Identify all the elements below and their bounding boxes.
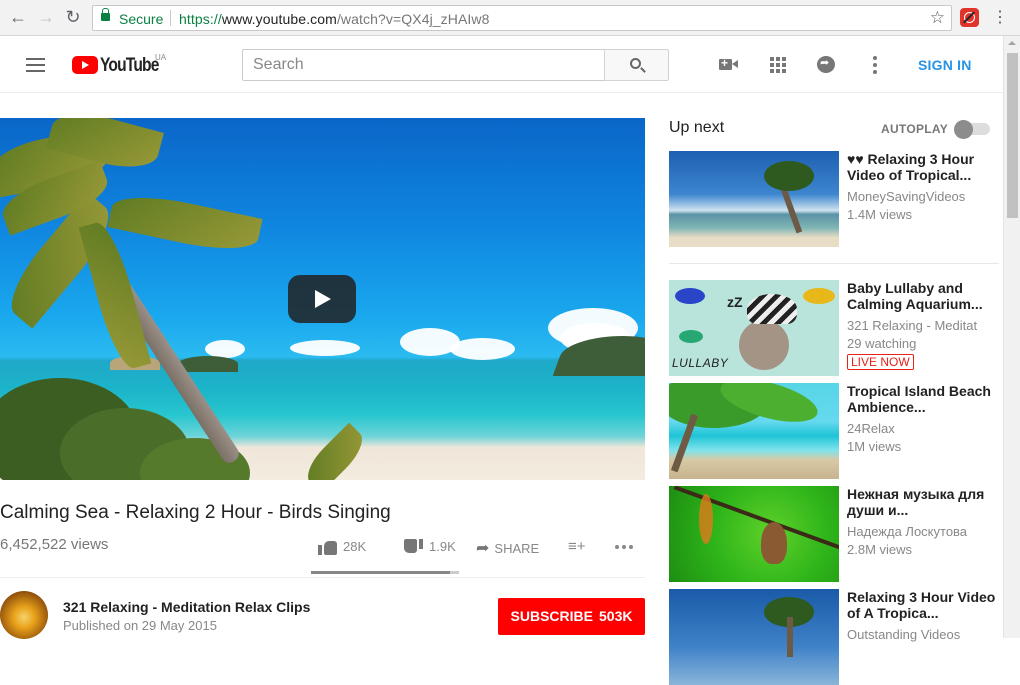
sign-in-button[interactable]: SIGN IN	[918, 57, 972, 73]
view-count: 6,452,522 views	[0, 536, 109, 553]
like-dislike-bar	[311, 571, 459, 574]
video-title[interactable]: Tropical Island Beach Ambience...	[847, 383, 997, 415]
url-path: /watch?v=QX4j_zHAIw8	[336, 11, 490, 27]
divider	[669, 263, 999, 264]
url-text[interactable]: https://www.youtube.com/watch?v=QX4j_zHA…	[179, 11, 490, 27]
divider	[0, 577, 645, 578]
omnibox-divider	[170, 10, 171, 26]
recommended-video[interactable]: Tropical Island Beach Ambience... 24Rela…	[669, 383, 999, 479]
page-scrollbar[interactable]	[1003, 36, 1020, 638]
thumbs-up-icon	[318, 539, 338, 555]
youtube-masthead: YouTube UA SIGN IN	[0, 37, 1003, 93]
up-next-heading: Up next	[669, 119, 725, 136]
live-now-badge: LIVE NOW	[847, 354, 914, 370]
video-thumbnail[interactable]	[669, 151, 839, 247]
share-label: SHARE	[494, 540, 540, 556]
channel-name: Надежда Лоскутова	[847, 524, 968, 539]
scroll-up-arrow-icon[interactable]	[1008, 41, 1016, 45]
video-player[interactable]	[0, 118, 645, 480]
view-count: 2.8M views	[847, 542, 913, 557]
watching-count: 29 watching	[847, 336, 917, 351]
reload-button[interactable]: ↻	[63, 7, 83, 27]
video-title[interactable]: ♥♥ Relaxing 3 Hour Video of Tropical...	[847, 151, 997, 183]
video-thumbnail[interactable]	[669, 486, 839, 582]
view-count: 1M views	[847, 439, 902, 454]
messages-icon[interactable]	[816, 55, 838, 75]
subscriber-count: 503K	[599, 608, 633, 624]
reload-icon: ↻	[65, 7, 81, 27]
add-to-playlist-button[interactable]: ≡+	[568, 538, 586, 560]
channel-name: MoneySavingVideos	[847, 189, 966, 204]
thumbs-down-icon	[404, 538, 424, 555]
recommended-video[interactable]: zZ LULLABY Baby Lullaby and Calming Aqua…	[669, 280, 999, 376]
search-button[interactable]	[604, 49, 669, 81]
search-icon	[630, 58, 641, 69]
video-title[interactable]: Нежная музыка для души и...	[847, 486, 997, 518]
channel-name: Outstanding Videos	[847, 627, 961, 642]
autoplay-toggle[interactable]	[954, 120, 992, 139]
like-count: 28K	[343, 539, 367, 555]
channel-name: 24Relax	[847, 421, 895, 436]
security-label: Secure	[119, 11, 164, 27]
channel-name: 321 Relaxing - Meditat	[847, 318, 978, 333]
apps-grid-icon[interactable]	[768, 55, 790, 75]
subscribe-label: SUBSCRIBE	[510, 608, 593, 624]
up-next-video[interactable]: ♥♥ Relaxing 3 Hour Video of Tropical... …	[669, 151, 999, 247]
url-scheme: https://	[179, 11, 222, 27]
channel-avatar[interactable]	[0, 591, 48, 639]
publish-date: Published on 29 May 2015	[63, 618, 217, 633]
toggle-knob	[954, 120, 973, 139]
hamburger-menu-icon[interactable]	[26, 58, 45, 72]
browser-toolbar: ← → ↻ Secure https://www.youtube.com/wat…	[0, 0, 1020, 36]
address-bar[interactable]: Secure https://www.youtube.com/watch?v=Q…	[92, 5, 952, 31]
browser-menu-icon[interactable]: ⋮	[992, 8, 1008, 28]
autoplay-label: AUTOPLAY	[881, 122, 949, 136]
video-title: Calming Sea - Relaxing 2 Hour - Birds Si…	[0, 502, 391, 523]
extension-icon[interactable]	[960, 8, 979, 27]
country-code: UA	[155, 53, 167, 62]
youtube-play-logo-icon	[72, 56, 98, 74]
dislike-button[interactable]: 1.9K	[404, 538, 456, 560]
logo-text: YouTube	[100, 55, 159, 76]
share-arrow-icon: ➦	[476, 540, 490, 557]
playlist-add-icon: ≡+	[568, 538, 586, 556]
search-input[interactable]	[243, 50, 604, 80]
back-button[interactable]: ←	[8, 7, 28, 27]
dislike-count: 1.9K	[429, 539, 456, 555]
share-button[interactable]: ➦ SHARE	[476, 538, 539, 560]
video-thumbnail[interactable]	[669, 383, 839, 479]
video-title[interactable]: Relaxing 3 Hour Video of A Tropica...	[847, 589, 997, 621]
like-button[interactable]: 28K	[318, 538, 366, 560]
video-title[interactable]: Baby Lullaby and Calming Aquarium...	[847, 280, 997, 312]
subscribe-button[interactable]: SUBSCRIBE 503K	[498, 598, 645, 635]
video-thumbnail[interactable]	[669, 589, 839, 685]
url-host: www.youtube.com	[221, 11, 337, 27]
video-thumbnail[interactable]: zZ LULLABY	[669, 280, 839, 376]
recommended-video[interactable]: Нежная музыка для души и... Надежда Лоск…	[669, 486, 999, 582]
more-actions-button[interactable]	[615, 538, 636, 560]
lock-icon	[101, 8, 110, 21]
recommended-video[interactable]: Relaxing 3 Hour Video of A Tropica... Ou…	[669, 589, 999, 685]
search-box	[242, 49, 604, 81]
forward-button[interactable]: →	[36, 7, 56, 27]
view-count: 1.4M views	[847, 207, 913, 222]
bookmark-star-icon[interactable]: ☆	[930, 8, 945, 28]
play-button-icon[interactable]	[288, 275, 356, 323]
like-ratio-fill	[311, 571, 451, 574]
arrow-right-icon: →	[37, 7, 55, 27]
thumbnail-text: LULLABY	[672, 356, 729, 370]
more-options-icon[interactable]	[864, 55, 886, 75]
upload-video-icon[interactable]	[718, 55, 740, 75]
scrollbar-thumb[interactable]	[1007, 53, 1018, 218]
arrow-left-icon: ←	[9, 7, 27, 27]
channel-name[interactable]: 321 Relaxing - Meditation Relax Clips	[63, 599, 310, 615]
horizontal-dots-icon	[615, 538, 636, 553]
